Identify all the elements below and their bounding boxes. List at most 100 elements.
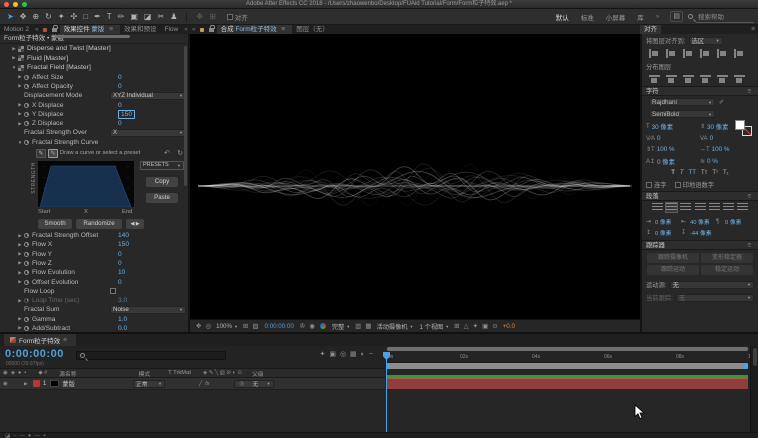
align-v-center-icon[interactable] — [717, 49, 728, 58]
pixel-aspect-icon[interactable]: ⊞ — [454, 322, 459, 330]
rotation-tool-icon[interactable]: ↻ — [45, 9, 52, 25]
twirl-icon[interactable]: ▶ — [16, 260, 24, 266]
panel-menu-icon[interactable]: ≡ — [744, 87, 754, 95]
distribute-bottom-icon[interactable] — [683, 75, 694, 84]
zoom-in-icon[interactable]: + — [43, 433, 49, 438]
font-size-field[interactable]: T 30 像素 — [646, 122, 700, 132]
hide-shy-layers-icon[interactable]: ◎ — [340, 351, 350, 358]
horizontal-scale-field[interactable]: ⇔T 100 % — [700, 146, 754, 153]
hindi-digits-checkbox[interactable] — [674, 181, 681, 188]
flowchart-icon[interactable]: ▣ — [482, 322, 488, 330]
source-name-column[interactable]: 源名称 — [59, 369, 76, 378]
layer-name[interactable]: 蒙版 — [62, 379, 75, 388]
work-area-end-handle[interactable] — [744, 363, 748, 369]
stopwatch-icon[interactable] — [24, 233, 29, 239]
timeline-comp-tab[interactable]: Form粒子特效 ≡ — [4, 334, 76, 346]
panel-menu-icon[interactable]: ≡ — [744, 241, 754, 249]
font-family-dropdown[interactable]: Rajdhani ▼ — [649, 98, 715, 106]
hand-tool-icon[interactable]: ✥ — [20, 9, 27, 25]
tab-layer[interactable]: 图层（无） — [292, 25, 333, 34]
stopwatch-icon[interactable] — [24, 139, 29, 145]
proportional-spacing-value[interactable]: 0 % — [707, 158, 718, 165]
tab-composition[interactable]: 合成 Form粒子特效 ≡ — [216, 25, 293, 34]
current-track-dropdown[interactable]: 无 ▼ — [675, 293, 754, 302]
align-h-center-icon[interactable] — [666, 49, 677, 58]
layer-duration-bar[interactable] — [386, 378, 748, 389]
superscript-button[interactable]: T¹ — [712, 170, 718, 176]
param-value[interactable]: 1.0 — [118, 316, 127, 323]
distribute-right-icon[interactable] — [734, 75, 745, 84]
mask-visibility-icon[interactable]: ▧ — [252, 322, 258, 330]
kerning-field[interactable]: V∕A 0 — [646, 135, 700, 142]
param-value[interactable]: 0 — [118, 120, 122, 127]
tab-scroll-chevron-icon[interactable]: « — [33, 26, 41, 33]
layer-label-chip[interactable] — [32, 380, 40, 387]
layer-row[interactable]: ◉ ▶ 1 蒙版 正常 ▼ ╱ fx ◎ 无 ▼ — [0, 378, 385, 390]
stopwatch-icon[interactable] — [24, 102, 29, 108]
panel-menu-icon[interactable]: ≡ — [106, 26, 116, 33]
horizontal-scrollbar[interactable] — [55, 35, 130, 38]
all-caps-button[interactable]: TT — [689, 170, 696, 176]
resolution-dropdown[interactable]: 完整 ▼ — [332, 322, 350, 331]
blend-mode-dropdown[interactable]: 正常 ▼ — [132, 379, 165, 388]
stopwatch-icon[interactable] — [24, 316, 29, 322]
justify-last-right-icon[interactable] — [722, 203, 734, 212]
twirl-icon[interactable]: ▶ — [10, 46, 18, 52]
edit-curve-pencil-icon[interactable]: ✎ — [48, 148, 58, 158]
quality-switch-icon[interactable]: ╱ — [199, 381, 202, 387]
timeline-jump-icon[interactable]: ✦ — [473, 322, 478, 330]
stopwatch-icon[interactable] — [24, 260, 29, 266]
align-top-icon[interactable] — [700, 49, 711, 58]
mode-column[interactable]: 模式 — [139, 369, 151, 378]
param-value[interactable]: 0 — [118, 260, 122, 267]
align-bottom-icon[interactable] — [734, 49, 745, 58]
align-right-icon[interactable] — [683, 49, 694, 58]
eyedropper-icon[interactable]: ✐ — [719, 99, 724, 106]
param-value[interactable]: 0.0 — [118, 325, 127, 332]
panel-menu-icon[interactable]: ≡ — [278, 26, 288, 33]
tab-overflow-chevron-icon[interactable]: » — [182, 26, 190, 33]
axis-mode-icon[interactable]: ✥ — [196, 12, 203, 21]
tab-scroll-chevron-icon[interactable]: « — [190, 26, 198, 33]
panel-menu-icon[interactable]: ≡ — [60, 337, 70, 344]
parent-dropdown[interactable]: ◎ 无 ▼ — [233, 379, 274, 388]
draft-3d-icon[interactable]: ▣ — [329, 351, 340, 358]
effect-group-row[interactable]: ▶ Disperse and Twist [Master] — [0, 44, 188, 54]
fill-color-swatch[interactable] — [735, 120, 745, 130]
tab-effects-presets[interactable]: 效果和预设 — [120, 25, 161, 34]
param-dropdown[interactable]: XYZ Individual ▼ — [110, 91, 186, 100]
param-value[interactable]: 10 — [118, 269, 125, 276]
motion-source-dropdown[interactable]: 无 ▼ — [669, 280, 754, 289]
param-checkbox[interactable] — [110, 288, 116, 295]
copy-button[interactable]: Copy — [146, 176, 178, 187]
font-size-value[interactable]: 30 像素 — [652, 122, 673, 131]
tracking-value[interactable]: 0 — [710, 135, 714, 142]
panel-menu-icon[interactable]: ≡ — [744, 192, 754, 200]
stopwatch-icon[interactable] — [24, 242, 29, 248]
draw-curve-pencil-icon[interactable]: ✎ — [36, 148, 46, 158]
workspace-button[interactable]: 默认 — [556, 15, 569, 22]
paragraph-field[interactable]: ¶ 0 像素 — [716, 217, 751, 227]
timeline-vertical-scrollbar[interactable] — [750, 346, 758, 432]
paragraph-field[interactable]: ⇥ 0 像素 — [646, 217, 681, 226]
camera-tool-icon[interactable]: ✦ — [58, 9, 65, 25]
workspace-overflow-chevron[interactable]: » — [656, 13, 660, 20]
clone-stamp-tool-icon[interactable]: ▣ — [130, 9, 138, 25]
twirl-icon[interactable]: ▶ — [16, 251, 24, 257]
param-value[interactable]: 150 — [118, 109, 136, 119]
work-area-bar[interactable] — [386, 363, 748, 369]
scrollbar-thumb[interactable] — [753, 348, 757, 366]
camera-view-dropdown[interactable]: 活动摄像机 ▼ — [377, 322, 414, 331]
paragraph-field[interactable]: ↧ -44 像素 — [681, 228, 716, 237]
fast-preview-icon[interactable]: △ — [464, 322, 469, 330]
align-text-left-icon[interactable] — [651, 203, 663, 212]
show-snapshot-icon[interactable]: ◉ — [309, 322, 315, 330]
workspace-button[interactable]: 标准 — [581, 15, 594, 22]
snap-checkbox[interactable] — [226, 13, 233, 20]
timeline-search-field[interactable] — [76, 351, 226, 360]
main-viewer-icon[interactable]: ◎ — [205, 322, 211, 330]
snap-toggle[interactable]: 对齐 — [226, 12, 248, 22]
stopwatch-icon[interactable] — [24, 325, 29, 331]
paste-button[interactable]: Paste — [146, 192, 178, 203]
show-channel-icon[interactable] — [319, 323, 326, 329]
